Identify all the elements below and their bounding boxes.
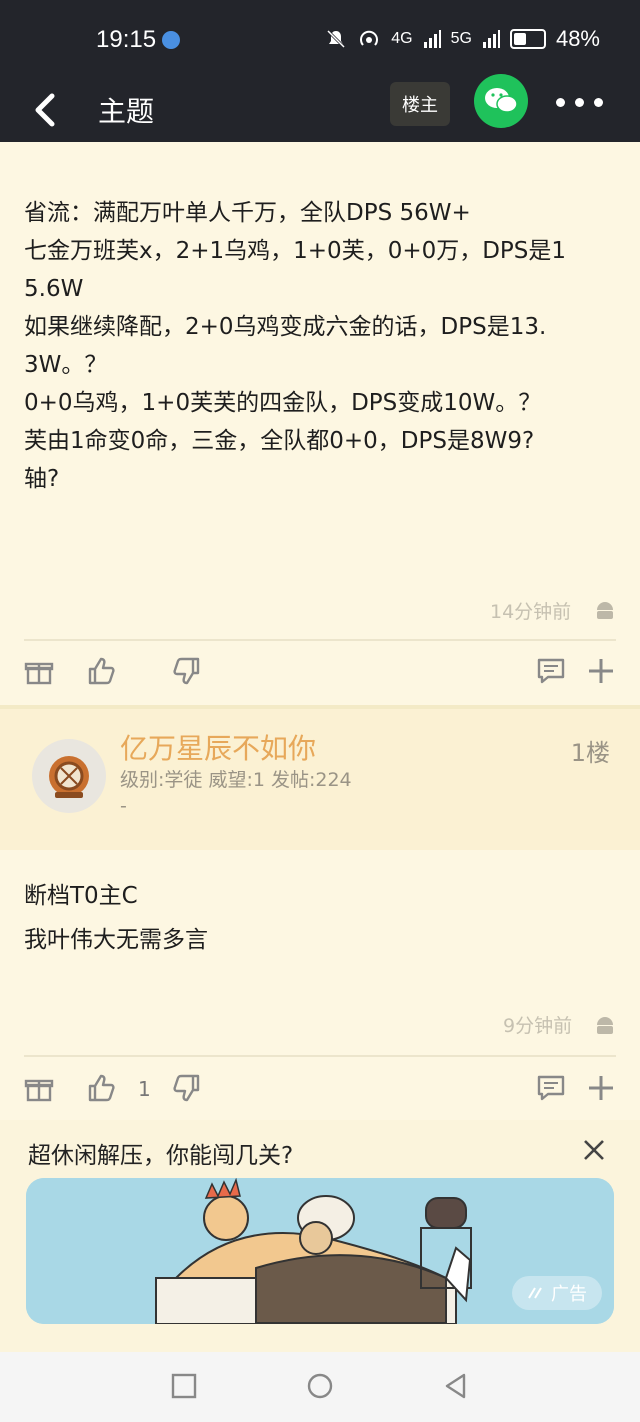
home-circle-icon[interactable]: [306, 1372, 334, 1400]
username[interactable]: 亿万星辰不如你: [120, 727, 316, 767]
post-line: 芙由1命变0命，三金，全队都0+0，DPS是8W9?: [24, 428, 535, 454]
thumbs-down-icon[interactable]: [172, 656, 202, 686]
battery-icon: [509, 29, 546, 49]
like-count: 1: [138, 1077, 151, 1101]
user-signature: -: [120, 795, 127, 817]
user-stats: 级别:学徒 威望:1 发帖:224: [120, 769, 352, 791]
back-arrow-icon[interactable]: [30, 92, 60, 128]
plus-icon[interactable]: [586, 1073, 616, 1103]
top-navbar: 主题 楼主: [0, 74, 640, 142]
signal-4g-label: 4G: [391, 30, 413, 47]
gift-icon[interactable]: [24, 656, 54, 686]
diving-helmet-icon: [49, 756, 89, 798]
signal-5g-label: 5G: [450, 30, 472, 47]
android-icon: [597, 1017, 613, 1034]
ad-image[interactable]: 广告: [26, 1178, 614, 1324]
floor-number: 1楼: [570, 739, 610, 767]
wechat-icon: [485, 88, 518, 113]
close-icon[interactable]: [582, 1138, 606, 1162]
reply-timestamp: 9分钟前: [503, 1015, 573, 1037]
battery-percent: 48%: [555, 26, 600, 51]
post-line: 0+0乌鸡，1+0芙芙的四金队，DPS变成10W。？: [24, 390, 542, 416]
gift-icon[interactable]: [24, 1073, 54, 1103]
post-line: 5.6W: [24, 276, 84, 302]
divider: [24, 639, 616, 641]
thumbs-up-icon[interactable]: [86, 1073, 116, 1103]
post-line: 3W。？: [24, 352, 108, 378]
divider: [24, 1055, 616, 1057]
signal-bars-icon: [423, 30, 441, 48]
comment-icon[interactable]: [536, 1073, 566, 1103]
post-line: 轴?: [24, 466, 60, 492]
page-title: 主题: [98, 95, 155, 128]
thumbs-up-icon[interactable]: [86, 656, 116, 686]
status-bar: 19:15 4G 5G 48%: [0, 0, 640, 80]
hotspot-icon: [360, 30, 379, 46]
comment-icon[interactable]: [536, 656, 566, 686]
system-navigation-bar: [0, 1352, 640, 1422]
plus-icon[interactable]: [586, 656, 616, 686]
reply-user-header: 亿万星辰不如你 级别:学徒 威望:1 发帖:224 - 1楼: [0, 709, 640, 850]
ad-banner[interactable]: 超休闲解压，你能闯几关? 广告: [0, 1120, 640, 1352]
main-post: 省流：满配万叶单人千万，全队DPS 56W+ 七金万班芙x，2+1乌鸡，1+0芙…: [0, 142, 640, 705]
signal-bars-icon-2: [482, 30, 500, 48]
post-timestamp: 14分钟前: [490, 601, 572, 623]
ad-logo-icon: [528, 1287, 542, 1299]
wechat-share-button[interactable]: [474, 74, 528, 128]
post-line: 省流：满配万叶单人千万，全队DPS 56W+: [24, 200, 471, 226]
post-line: 如果继续降配，2+0乌鸡变成六金的话，DPS是13.: [24, 314, 547, 340]
ad-title: 超休闲解压，你能闯几关?: [28, 1143, 294, 1169]
post-line: 七金万班芙x，2+1乌鸡，1+0芙，0+0万，DPS是1: [24, 238, 567, 264]
mute-bell-icon: [327, 29, 346, 49]
thumbs-down-icon[interactable]: [172, 1073, 202, 1103]
reply-line: 我叶伟大无需多言: [24, 927, 208, 953]
android-icon: [597, 602, 613, 619]
more-menu-button[interactable]: [556, 98, 603, 107]
status-icons: 4G 5G 48%: [325, 26, 600, 52]
post-content: 省流：满配万叶单人千万，全队DPS 56W+ 七金万班芙x，2+1乌鸡，1+0芙…: [24, 194, 616, 498]
ad-label: 广告: [551, 1284, 587, 1305]
reply-floor-1: 亿万星辰不如你 级别:学徒 威望:1 发帖:224 - 1楼 断档T0主C 我叶…: [0, 709, 640, 1120]
back-triangle-icon[interactable]: [442, 1372, 470, 1400]
reply-line: 断档T0主C: [24, 883, 138, 909]
browser-icon: [162, 31, 180, 49]
reply-content: 断档T0主C 我叶伟大无需多言: [24, 877, 616, 959]
recents-square-icon[interactable]: [170, 1372, 198, 1400]
owner-only-button[interactable]: 楼主: [390, 82, 450, 126]
clock: 19:15: [96, 26, 157, 53]
ad-badge: 广告: [512, 1276, 602, 1310]
avatar[interactable]: [32, 739, 106, 813]
